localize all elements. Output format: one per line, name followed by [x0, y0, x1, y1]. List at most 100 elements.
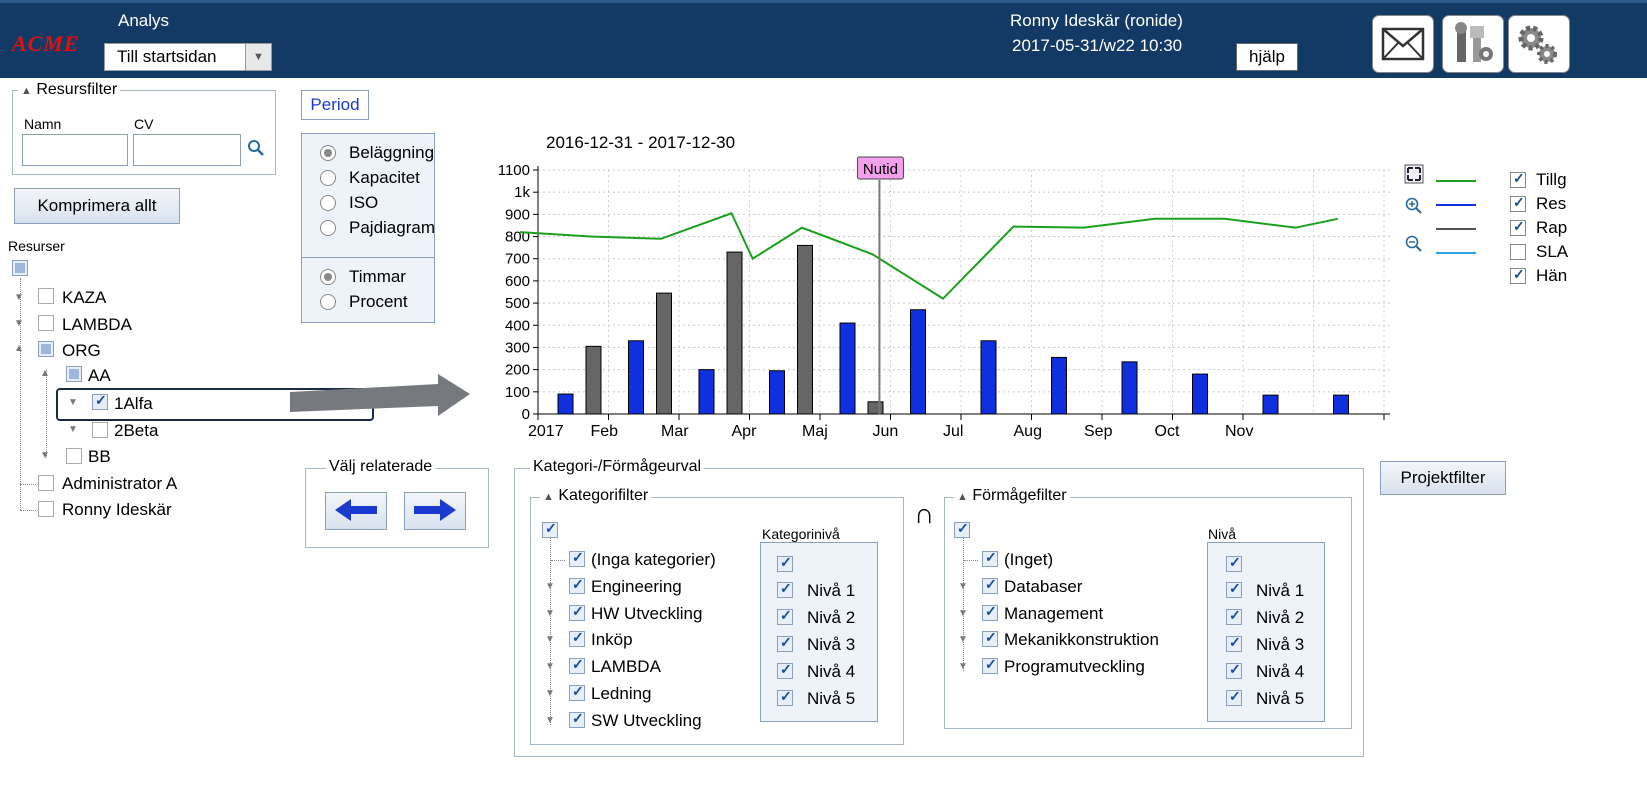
y-tick-label: 900 — [505, 206, 530, 223]
compress-all-button[interactable]: Komprimera allt — [14, 188, 180, 224]
category-level-checkbox[interactable] — [777, 607, 793, 625]
resource-label-lambda: LAMBDA — [62, 315, 132, 334]
tree-line — [963, 537, 964, 671]
resource-label-aa: AA — [88, 366, 111, 385]
resource-label-kaza: KAZA — [62, 288, 107, 307]
radio-kapacitet[interactable] — [320, 170, 336, 186]
resource-checkbox-administrator-a[interactable] — [38, 475, 54, 491]
expand-icon[interactable]: ▼ — [68, 424, 78, 435]
x-tick-label: Aug — [1014, 423, 1042, 440]
x-tick-label: Jun — [873, 423, 899, 440]
bar-blue — [628, 340, 644, 415]
previous-related-button[interactable] — [325, 492, 387, 530]
ability-item-checkbox[interactable] — [982, 656, 998, 675]
related-legend: Välj relaterade — [326, 458, 436, 476]
resource-checkbox-kaza[interactable] — [38, 288, 54, 304]
bar-blue — [1262, 394, 1279, 415]
ability-item-checkbox[interactable] — [982, 603, 998, 621]
period-button[interactable]: Period — [301, 90, 369, 120]
radio-belaggning[interactable] — [320, 145, 336, 161]
mail-icon — [1381, 27, 1425, 61]
category-level-checkbox[interactable] — [777, 688, 793, 706]
resources-title: Resurser — [8, 238, 65, 254]
legend-label: Tillg — [1536, 170, 1567, 189]
legend-checkbox[interactable] — [1510, 194, 1526, 212]
ability-level-label: Nivå 4 — [1256, 662, 1305, 681]
fullscreen-icon[interactable] — [1404, 164, 1424, 184]
zoom-in-icon[interactable] — [1404, 196, 1424, 216]
resource-filter-legend[interactable]: ▲ Resursfilter — [18, 81, 121, 99]
x-tick-label: Oct — [1155, 423, 1180, 440]
bar-blue — [1333, 394, 1349, 415]
next-related-button[interactable] — [404, 492, 466, 530]
ability-item-checkbox[interactable] — [982, 576, 998, 594]
start-page-select[interactable]: Till startsidan ▼ — [104, 43, 272, 71]
collapse-icon[interactable]: ▲ — [14, 343, 24, 354]
mail-button[interactable] — [1372, 15, 1434, 73]
expand-icon[interactable]: ▼ — [40, 450, 50, 461]
legend-checkbox[interactable] — [1510, 218, 1526, 236]
resource-checkbox-aa[interactable] — [66, 366, 82, 382]
legend-checkbox[interactable] — [1510, 170, 1526, 188]
resource-label-administrator-a: Administrator A — [62, 474, 178, 493]
project-filter-button[interactable]: Projektfilter — [1380, 461, 1506, 495]
ability-level-checkbox[interactable] — [1226, 580, 1242, 598]
resource-checkbox-bb[interactable] — [66, 448, 82, 464]
resource-checkbox-lambda[interactable] — [38, 315, 54, 331]
category-item-checkbox[interactable] — [569, 656, 585, 675]
ability-item-checkbox[interactable] — [982, 549, 998, 567]
ability-level-all-checkbox[interactable] — [1226, 554, 1242, 572]
cv-input[interactable] — [133, 134, 241, 166]
category-level-checkbox[interactable] — [777, 661, 793, 679]
ability-level-checkbox[interactable] — [1226, 688, 1242, 706]
collapse-icon[interactable]: ▲ — [40, 368, 50, 379]
category-item-checkbox[interactable] — [569, 629, 585, 648]
resource-checkbox-ronny-ideskar[interactable] — [38, 501, 54, 517]
zoom-out-icon[interactable] — [1404, 234, 1424, 254]
help-button[interactable]: hjälp — [1236, 43, 1298, 71]
ability-item-label: Mekanikkonstruktion — [1004, 630, 1159, 650]
category-filter-legend[interactable]: ▲ Kategorifilter — [540, 487, 652, 505]
ability-level-checkbox[interactable] — [1226, 607, 1242, 625]
legend-line — [1436, 204, 1476, 206]
category-item-checkbox[interactable] — [569, 549, 585, 567]
search-icon[interactable] — [246, 138, 266, 158]
category-level-checkbox[interactable] — [777, 634, 793, 652]
ability-select-all-checkbox[interactable] — [954, 520, 970, 538]
category-level-checkbox[interactable] — [777, 580, 793, 598]
radio-pajdiagram[interactable] — [320, 220, 336, 236]
ability-item-checkbox[interactable] — [982, 629, 998, 648]
name-label: Namn — [24, 116, 62, 132]
resource-checkbox-org[interactable] — [38, 341, 54, 357]
category-level-all-checkbox[interactable] — [777, 554, 793, 572]
resources-select-all-checkbox[interactable] — [12, 260, 28, 276]
category-select-all-checkbox[interactable] — [542, 520, 558, 538]
admin-tools-button[interactable] — [1442, 15, 1504, 73]
category-item-checkbox[interactable] — [569, 710, 585, 728]
legend-checkbox[interactable] — [1510, 266, 1526, 284]
expand-icon[interactable]: ▼ — [14, 292, 24, 303]
y-tick-label: 700 — [505, 251, 530, 268]
category-item-checkbox[interactable] — [569, 683, 585, 701]
name-input[interactable] — [22, 134, 128, 166]
category-filter-title: Kategorifilter — [558, 487, 649, 504]
ability-filter-legend[interactable]: ▲ Förmågefilter — [954, 487, 1070, 505]
ability-level-label: Nivå 5 — [1256, 689, 1305, 708]
app-header: ACME Analys Till startsidan ▼ Ronny Ides… — [0, 0, 1647, 78]
ability-level-checkbox[interactable] — [1226, 661, 1242, 679]
legend-checkbox[interactable] — [1510, 244, 1526, 260]
radio-iso[interactable] — [320, 195, 336, 211]
radio-timmar[interactable] — [320, 269, 336, 285]
category-item-checkbox[interactable] — [569, 603, 585, 621]
settings-button[interactable] — [1508, 15, 1570, 73]
availability-line — [519, 212, 1339, 300]
category-item-label: Engineering — [591, 576, 682, 596]
radio-procent[interactable] — [320, 294, 336, 310]
ability-level-checkbox[interactable] — [1226, 634, 1242, 652]
app-title: Analys — [118, 11, 170, 30]
category-item-checkbox[interactable] — [569, 576, 585, 594]
category-level-label: Nivå 2 — [807, 608, 856, 627]
resource-filter-title: Resursfilter — [36, 81, 118, 98]
expand-icon[interactable]: ▼ — [14, 318, 24, 329]
resource-checkbox-2beta[interactable] — [92, 422, 108, 438]
